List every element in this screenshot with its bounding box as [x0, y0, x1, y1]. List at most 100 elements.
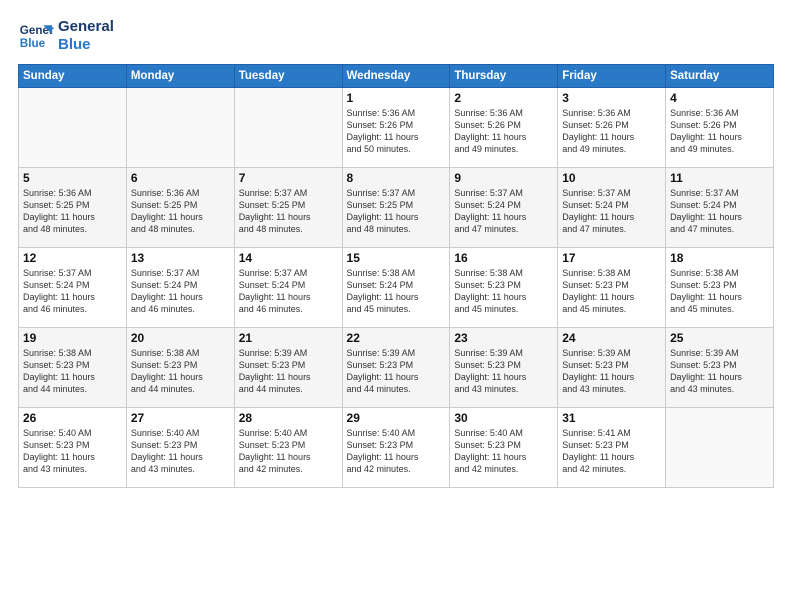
day-cell-12: 12 Sunrise: 5:37 AM Sunset: 5:24 PM Dayli…: [19, 248, 127, 328]
empty-cell: [234, 88, 342, 168]
day-cell-23: 23 Sunrise: 5:39 AM Sunset: 5:23 PM Dayli…: [450, 328, 558, 408]
day-info: Sunrise: 5:40 AM Sunset: 5:23 PM Dayligh…: [347, 427, 446, 476]
weekday-header-friday: Friday: [558, 65, 666, 88]
day-cell-20: 20Sunrise: 5:38 AM Sunset: 5:23 PM Dayli…: [126, 328, 234, 408]
logo-blue: Blue: [58, 36, 114, 54]
day-info: Sunrise: 5:39 AM Sunset: 5:23 PM Dayligh…: [562, 347, 661, 396]
day-cell-11: 11 Sunrise: 5:37 AM Sunset: 5:24 PM Dayli…: [666, 168, 774, 248]
day-number: 22: [347, 331, 446, 345]
day-number: 1: [347, 91, 446, 105]
day-number: 7: [239, 171, 338, 185]
weekday-header-sunday: Sunday: [19, 65, 127, 88]
day-number: 14: [239, 251, 338, 265]
day-info: Sunrise: 5:39 AM Sunset: 5:23 PM Dayligh…: [239, 347, 338, 396]
day-cell-1: 1 Sunrise: 5:36 AM Sunset: 5:26 PM Daylig…: [342, 88, 450, 168]
day-number: 10: [562, 171, 661, 185]
empty-cell: [666, 408, 774, 488]
day-number: 28: [239, 411, 338, 425]
logo-icon: General Blue: [18, 18, 54, 54]
day-number: 26: [23, 411, 122, 425]
day-number: 30: [454, 411, 553, 425]
day-info: Sunrise: 5:38 AM Sunset: 5:23 PM Dayligh…: [454, 267, 553, 316]
day-cell-29: 29 Sunrise: 5:40 AM Sunset: 5:23 PM Dayli…: [342, 408, 450, 488]
day-number: 18: [670, 251, 769, 265]
calendar-container: General Blue General Blue SundayMondayTu…: [0, 0, 792, 498]
day-cell-7: 7 Sunrise: 5:37 AM Sunset: 5:25 PM Daylig…: [234, 168, 342, 248]
day-number: 16: [454, 251, 553, 265]
day-cell-27: 27 Sunrise: 5:40 AM Sunset: 5:23 PM Dayli…: [126, 408, 234, 488]
week-row-2: 12 Sunrise: 5:37 AM Sunset: 5:24 PM Dayli…: [19, 248, 774, 328]
day-info: Sunrise: 5:36 AM Sunset: 5:26 PM Dayligh…: [347, 107, 446, 156]
day-number: 23: [454, 331, 553, 345]
day-cell-18: 18 Sunrise: 5:38 AM Sunset: 5:23 PM Dayli…: [666, 248, 774, 328]
day-number: 31: [562, 411, 661, 425]
week-row-1: 5Sunrise: 5:36 AM Sunset: 5:25 PM Daylig…: [19, 168, 774, 248]
day-number: 24: [562, 331, 661, 345]
logo: General Blue General Blue: [18, 18, 114, 54]
day-cell-16: 16 Sunrise: 5:38 AM Sunset: 5:23 PM Dayli…: [450, 248, 558, 328]
day-info: Sunrise: 5:37 AM Sunset: 5:25 PM Dayligh…: [239, 187, 338, 236]
day-number: 20: [131, 331, 230, 345]
day-cell-10: 10 Sunrise: 5:37 AM Sunset: 5:24 PM Dayli…: [558, 168, 666, 248]
day-number: 9: [454, 171, 553, 185]
day-cell-31: 31Sunrise: 5:41 AM Sunset: 5:23 PM Dayli…: [558, 408, 666, 488]
day-info: Sunrise: 5:38 AM Sunset: 5:23 PM Dayligh…: [23, 347, 122, 396]
day-info: Sunrise: 5:39 AM Sunset: 5:23 PM Dayligh…: [454, 347, 553, 396]
day-number: 17: [562, 251, 661, 265]
day-info: Sunrise: 5:37 AM Sunset: 5:24 PM Dayligh…: [562, 187, 661, 236]
day-cell-21: 21 Sunrise: 5:39 AM Sunset: 5:23 PM Dayli…: [234, 328, 342, 408]
day-info: Sunrise: 5:36 AM Sunset: 5:26 PM Dayligh…: [670, 107, 769, 156]
day-info: Sunrise: 5:37 AM Sunset: 5:24 PM Dayligh…: [131, 267, 230, 316]
day-cell-24: 24 Sunrise: 5:39 AM Sunset: 5:23 PM Dayli…: [558, 328, 666, 408]
day-cell-19: 19Sunrise: 5:38 AM Sunset: 5:23 PM Dayli…: [19, 328, 127, 408]
day-info: Sunrise: 5:36 AM Sunset: 5:25 PM Dayligh…: [131, 187, 230, 236]
day-cell-25: 25Sunrise: 5:39 AM Sunset: 5:23 PM Dayli…: [666, 328, 774, 408]
day-cell-3: 3Sunrise: 5:36 AM Sunset: 5:26 PM Daylig…: [558, 88, 666, 168]
day-number: 13: [131, 251, 230, 265]
logo-general: General: [58, 18, 114, 36]
day-number: 25: [670, 331, 769, 345]
day-info: Sunrise: 5:37 AM Sunset: 5:24 PM Dayligh…: [239, 267, 338, 316]
day-info: Sunrise: 5:39 AM Sunset: 5:23 PM Dayligh…: [347, 347, 446, 396]
day-info: Sunrise: 5:40 AM Sunset: 5:23 PM Dayligh…: [239, 427, 338, 476]
day-cell-17: 17 Sunrise: 5:38 AM Sunset: 5:23 PM Dayli…: [558, 248, 666, 328]
day-number: 12: [23, 251, 122, 265]
weekday-header-saturday: Saturday: [666, 65, 774, 88]
header: General Blue General Blue: [18, 18, 774, 54]
day-cell-2: 2 Sunrise: 5:36 AM Sunset: 5:26 PM Daylig…: [450, 88, 558, 168]
day-info: Sunrise: 5:38 AM Sunset: 5:23 PM Dayligh…: [562, 267, 661, 316]
svg-text:Blue: Blue: [20, 37, 46, 50]
day-number: 3: [562, 91, 661, 105]
weekday-header-row: SundayMondayTuesdayWednesdayThursdayFrid…: [19, 65, 774, 88]
day-number: 15: [347, 251, 446, 265]
day-cell-9: 9Sunrise: 5:37 AM Sunset: 5:24 PM Daylig…: [450, 168, 558, 248]
day-cell-8: 8Sunrise: 5:37 AM Sunset: 5:25 PM Daylig…: [342, 168, 450, 248]
empty-cell: [19, 88, 127, 168]
day-info: Sunrise: 5:36 AM Sunset: 5:26 PM Dayligh…: [454, 107, 553, 156]
day-cell-28: 28 Sunrise: 5:40 AM Sunset: 5:23 PM Dayli…: [234, 408, 342, 488]
weekday-header-wednesday: Wednesday: [342, 65, 450, 88]
week-row-0: 1 Sunrise: 5:36 AM Sunset: 5:26 PM Daylig…: [19, 88, 774, 168]
calendar-table: SundayMondayTuesdayWednesdayThursdayFrid…: [18, 64, 774, 488]
week-row-3: 19Sunrise: 5:38 AM Sunset: 5:23 PM Dayli…: [19, 328, 774, 408]
day-number: 21: [239, 331, 338, 345]
day-number: 6: [131, 171, 230, 185]
weekday-header-thursday: Thursday: [450, 65, 558, 88]
day-info: Sunrise: 5:40 AM Sunset: 5:23 PM Dayligh…: [131, 427, 230, 476]
empty-cell: [126, 88, 234, 168]
day-info: Sunrise: 5:37 AM Sunset: 5:24 PM Dayligh…: [670, 187, 769, 236]
day-number: 8: [347, 171, 446, 185]
day-number: 11: [670, 171, 769, 185]
day-cell-15: 15Sunrise: 5:38 AM Sunset: 5:24 PM Dayli…: [342, 248, 450, 328]
day-info: Sunrise: 5:40 AM Sunset: 5:23 PM Dayligh…: [23, 427, 122, 476]
day-cell-4: 4 Sunrise: 5:36 AM Sunset: 5:26 PM Daylig…: [666, 88, 774, 168]
week-row-4: 26 Sunrise: 5:40 AM Sunset: 5:23 PM Dayli…: [19, 408, 774, 488]
day-info: Sunrise: 5:38 AM Sunset: 5:23 PM Dayligh…: [670, 267, 769, 316]
day-number: 27: [131, 411, 230, 425]
day-number: 29: [347, 411, 446, 425]
day-info: Sunrise: 5:37 AM Sunset: 5:24 PM Dayligh…: [23, 267, 122, 316]
weekday-header-tuesday: Tuesday: [234, 65, 342, 88]
day-number: 4: [670, 91, 769, 105]
day-info: Sunrise: 5:40 AM Sunset: 5:23 PM Dayligh…: [454, 427, 553, 476]
day-number: 2: [454, 91, 553, 105]
